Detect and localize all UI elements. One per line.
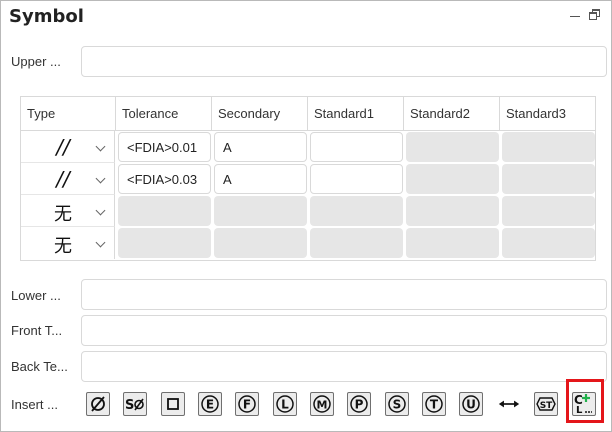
secondary-cell-row-3 xyxy=(214,196,307,226)
circle-u-icon: U xyxy=(462,395,480,413)
circle-t-icon: T xyxy=(425,395,443,413)
column-header-type: Type xyxy=(21,97,116,131)
front-text-input[interactable] xyxy=(81,315,607,346)
insert-circle-m-button[interactable]: M xyxy=(310,392,334,416)
svg-text:ST: ST xyxy=(540,401,553,411)
standard3-cell-row-4 xyxy=(502,228,595,258)
column-header-secondary: Secondary xyxy=(212,97,308,131)
column-header-standard2: Standard2 xyxy=(404,97,500,131)
restore-icon-front xyxy=(589,12,597,20)
standard2-cell-row-2 xyxy=(406,164,499,194)
lower-text-label: Lower ... xyxy=(11,288,61,303)
standard3-cell-row-1 xyxy=(502,132,595,162)
back-text-input[interactable] xyxy=(81,351,607,382)
standard3-cell-row-3 xyxy=(502,196,595,226)
tolerance-input-row-1[interactable] xyxy=(118,132,211,162)
insert-circle-l-button[interactable]: L xyxy=(273,392,297,416)
secondary-input-row-1[interactable] xyxy=(214,132,307,162)
dialog-title: Symbol xyxy=(9,6,84,27)
upper-text-input[interactable] xyxy=(81,46,607,77)
svg-text:T: T xyxy=(430,398,439,412)
chevron-down-icon xyxy=(95,237,106,248)
standard3-cell-row-2 xyxy=(502,164,595,194)
front-text-label: Front T... xyxy=(11,323,63,338)
type-select-row-4[interactable]: 无 xyxy=(21,227,115,259)
svg-text:F: F xyxy=(243,398,251,412)
column-header-standard3: Standard3 xyxy=(500,97,595,131)
title-bar: Symbol xyxy=(1,1,611,31)
insert-spherical-diameter-button[interactable]: S xyxy=(123,392,147,416)
insert-diameter-button[interactable] xyxy=(86,392,110,416)
secondary-cell-row-4 xyxy=(214,228,307,258)
chevron-down-icon xyxy=(95,205,106,216)
insert-circle-t-button[interactable]: T xyxy=(422,392,446,416)
svg-text:U: U xyxy=(466,398,476,412)
insert-circle-e-button[interactable]: E xyxy=(198,392,222,416)
insert-statistical-button[interactable]: ST xyxy=(534,392,558,416)
chevron-down-icon xyxy=(95,141,106,152)
type-select-row-3[interactable]: 无 xyxy=(21,195,115,227)
insert-circle-p-button[interactable]: P xyxy=(347,392,371,416)
svg-text:E: E xyxy=(206,398,214,412)
svg-text:S: S xyxy=(125,398,134,413)
column-header-standard1: Standard1 xyxy=(308,97,404,131)
back-text-label: Back Te... xyxy=(11,359,68,374)
svg-text:L: L xyxy=(281,398,289,412)
svg-text:M: M xyxy=(317,399,328,412)
type-select-row-2[interactable]: // xyxy=(21,163,115,195)
statistical-st-icon: ST xyxy=(536,397,556,411)
standard1-input-row-1[interactable] xyxy=(310,132,403,162)
lower-text-input[interactable] xyxy=(81,279,607,310)
square-icon xyxy=(167,398,179,410)
circle-p-icon: P xyxy=(350,395,368,413)
standard2-cell-row-1 xyxy=(406,132,499,162)
insert-between-button[interactable] xyxy=(497,392,521,416)
insert-circle-u-button[interactable]: U xyxy=(459,392,483,416)
tolerance-cell-row-3 xyxy=(118,196,211,226)
tolerance-cell-row-4 xyxy=(118,228,211,258)
svg-text:P: P xyxy=(355,398,364,412)
upper-text-label: Upper ... xyxy=(11,54,61,69)
circle-m-icon: M xyxy=(313,395,331,413)
insert-square-button[interactable] xyxy=(161,392,185,416)
insert-circle-f-button[interactable]: F xyxy=(235,392,259,416)
spherical-diameter-icon: S xyxy=(125,398,144,413)
circle-l-icon: L xyxy=(276,395,294,413)
highlight-box xyxy=(566,379,604,423)
circle-e-icon: E xyxy=(201,395,219,413)
tolerance-input-row-2[interactable] xyxy=(118,164,211,194)
chevron-down-icon xyxy=(95,173,106,184)
type-select-row-1[interactable]: // xyxy=(21,131,115,163)
insert-circle-s-button[interactable]: S xyxy=(385,392,409,416)
standard2-cell-row-3 xyxy=(406,196,499,226)
standard1-cell-row-3 xyxy=(310,196,403,226)
secondary-input-row-2[interactable] xyxy=(214,164,307,194)
column-header-tolerance: Tolerance xyxy=(116,97,212,131)
standard2-cell-row-4 xyxy=(406,228,499,258)
circle-s-icon: S xyxy=(388,395,406,413)
parallelism-symbol: // xyxy=(56,135,70,159)
diameter-icon xyxy=(91,396,105,412)
circle-f-icon: F xyxy=(238,395,256,413)
standard1-cell-row-4 xyxy=(310,228,403,258)
standard1-input-row-2[interactable] xyxy=(310,164,403,194)
restore-button[interactable] xyxy=(587,7,603,23)
insert-symbol-label: Insert ... xyxy=(11,397,58,412)
svg-text:S: S xyxy=(393,398,402,412)
none-symbol: 无 xyxy=(54,204,72,225)
between-arrow-icon xyxy=(498,400,520,408)
symbol-dialog: Symbol Upper ... Type Tolerance Secondar… xyxy=(0,0,612,432)
none-symbol: 无 xyxy=(54,236,72,257)
tolerance-table: Type Tolerance Secondary Standard1 Stand… xyxy=(20,96,596,261)
parallelism-symbol: // xyxy=(56,167,70,191)
minimize-button[interactable] xyxy=(567,7,583,23)
